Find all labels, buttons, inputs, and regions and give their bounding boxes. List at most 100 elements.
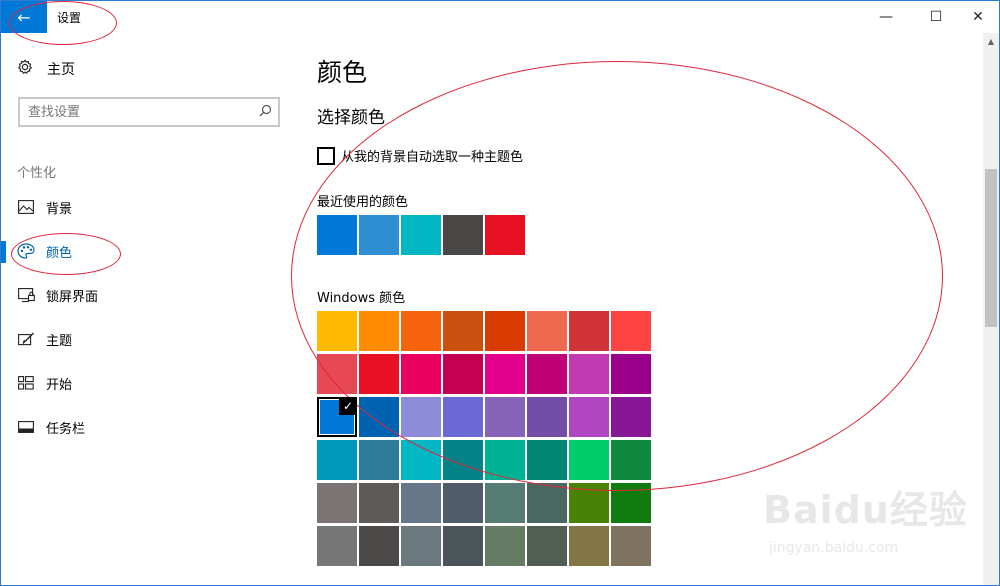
page-title: 颜色 [317,58,368,87]
settings-window: ← 设置 — ☐ ✕ 主页 个性化 背景 [0,0,1000,586]
windows-color-swatch[interactable] [611,311,651,351]
windows-color-swatch[interactable] [443,526,483,566]
maximize-icon: ☐ [929,9,943,25]
windows-color-swatch[interactable] [527,311,567,351]
recent-color-swatch[interactable] [317,215,357,255]
windows-color-swatch[interactable] [527,483,567,523]
search-icon[interactable] [259,104,272,121]
recent-colors [317,215,525,255]
windows-color-swatch[interactable] [611,354,651,394]
recent-color-swatch[interactable] [443,215,483,255]
windows-color-swatch[interactable] [569,483,609,523]
sidebar-item-label: 锁屏界面 [46,289,99,305]
windows-color-swatch[interactable] [485,483,525,523]
lock-screen-icon [17,286,35,304]
palette-icon [17,242,35,260]
windows-color-swatch[interactable] [359,483,399,523]
sidebar-item-background[interactable]: 背景 [1,185,297,229]
windows-color-swatch[interactable] [485,397,525,437]
auto-pick-checkbox[interactable] [317,146,335,165]
sidebar-item-label: 开始 [46,377,73,393]
sidebar: 主页 个性化 背景 颜色 [1,33,297,585]
windows-color-swatch[interactable] [317,440,357,480]
close-button[interactable]: ✕ [955,1,999,33]
sidebar-item-label: 背景 [46,201,73,217]
maximize-button[interactable]: ☐ [913,1,959,33]
windows-color-swatch[interactable] [569,354,609,394]
windows-color-swatch[interactable] [401,440,441,480]
windows-color-swatch[interactable] [401,354,441,394]
windows-color-swatch[interactable] [569,440,609,480]
windows-color-swatch[interactable] [359,397,399,437]
windows-color-swatch[interactable] [359,526,399,566]
watermark: Baidu经验 jingyan.baidu.com [763,479,973,569]
recent-color-swatch[interactable] [485,215,525,255]
watermark-logo: Baidu经验 [763,488,968,532]
windows-color-swatch[interactable] [443,311,483,351]
windows-color-swatch[interactable] [359,354,399,394]
back-button[interactable]: ← [1,1,47,33]
start-tiles-icon [17,374,35,392]
windows-color-swatch[interactable] [485,526,525,566]
windows-color-swatch[interactable] [443,397,483,437]
windows-color-swatch[interactable] [611,526,651,566]
sidebar-item-themes[interactable]: 主题 [1,317,297,361]
picture-icon [17,198,35,216]
windows-color-swatch[interactable] [317,354,357,394]
auto-pick-label: 从我的背景自动选取一种主题色 [341,150,524,165]
sidebar-item-label: 主题 [46,333,73,349]
windows-color-swatch[interactable] [359,311,399,351]
windows-color-swatch[interactable] [443,483,483,523]
scroll-up-arrow-icon[interactable]: ▲ [983,33,999,49]
windows-color-swatch[interactable] [527,354,567,394]
windows-color-grid: ✓ [317,311,651,566]
title-bar: ← 设置 — ☐ ✕ [1,1,999,33]
active-indicator [1,241,6,263]
windows-color-swatch[interactable] [527,397,567,437]
windows-color-swatch-selected[interactable]: ✓ [317,397,357,437]
home-label: 主页 [47,62,75,78]
sidebar-item-lock-screen[interactable]: 锁屏界面 [1,273,297,317]
recent-color-swatch[interactable] [359,215,399,255]
gear-icon [17,59,33,79]
windows-color-swatch[interactable] [485,440,525,480]
sidebar-nav: 背景 颜色 锁屏界面 主题 开始 任务栏 [1,185,297,449]
vertical-scrollbar[interactable]: ▲ [983,33,999,585]
recent-color-swatch[interactable] [401,215,441,255]
windows-color-swatch[interactable] [359,440,399,480]
taskbar-icon [17,418,35,436]
windows-color-swatch[interactable] [569,311,609,351]
recent-colors-label: 最近使用的颜色 [317,195,409,210]
sidebar-item-start[interactable]: 开始 [1,361,297,405]
watermark-url: jingyan.baidu.com [769,540,899,556]
windows-color-swatch[interactable] [401,311,441,351]
sidebar-item-taskbar[interactable]: 任务栏 [1,405,297,449]
windows-color-swatch[interactable] [527,440,567,480]
auto-pick-accent-option[interactable]: 从我的背景自动选取一种主题色 [317,146,523,165]
home-link[interactable]: 主页 [17,59,75,79]
checkmark-icon: ✓ [339,397,357,415]
windows-color-swatch[interactable] [317,526,357,566]
windows-color-swatch[interactable] [401,526,441,566]
windows-color-swatch[interactable] [527,526,567,566]
windows-color-swatch[interactable] [611,397,651,437]
windows-color-swatch[interactable] [569,526,609,566]
windows-color-swatch[interactable] [317,483,357,523]
windows-color-swatch[interactable] [611,483,651,523]
sidebar-item-label: 颜色 [46,245,73,261]
windows-color-swatch[interactable] [485,354,525,394]
sidebar-item-colors[interactable]: 颜色 [1,229,297,273]
windows-color-swatch[interactable] [401,397,441,437]
windows-color-swatch[interactable] [401,483,441,523]
windows-color-swatch[interactable] [443,440,483,480]
windows-color-swatch[interactable] [485,311,525,351]
windows-color-swatch[interactable] [443,354,483,394]
app-title: 设置 [57,11,82,25]
windows-color-swatch[interactable] [569,397,609,437]
scroll-thumb[interactable] [985,169,997,327]
windows-color-swatch[interactable] [317,311,357,351]
search-box[interactable] [18,97,280,127]
windows-color-swatch[interactable] [611,440,651,480]
search-input[interactable] [20,99,240,125]
minimize-button[interactable]: — [863,1,909,33]
